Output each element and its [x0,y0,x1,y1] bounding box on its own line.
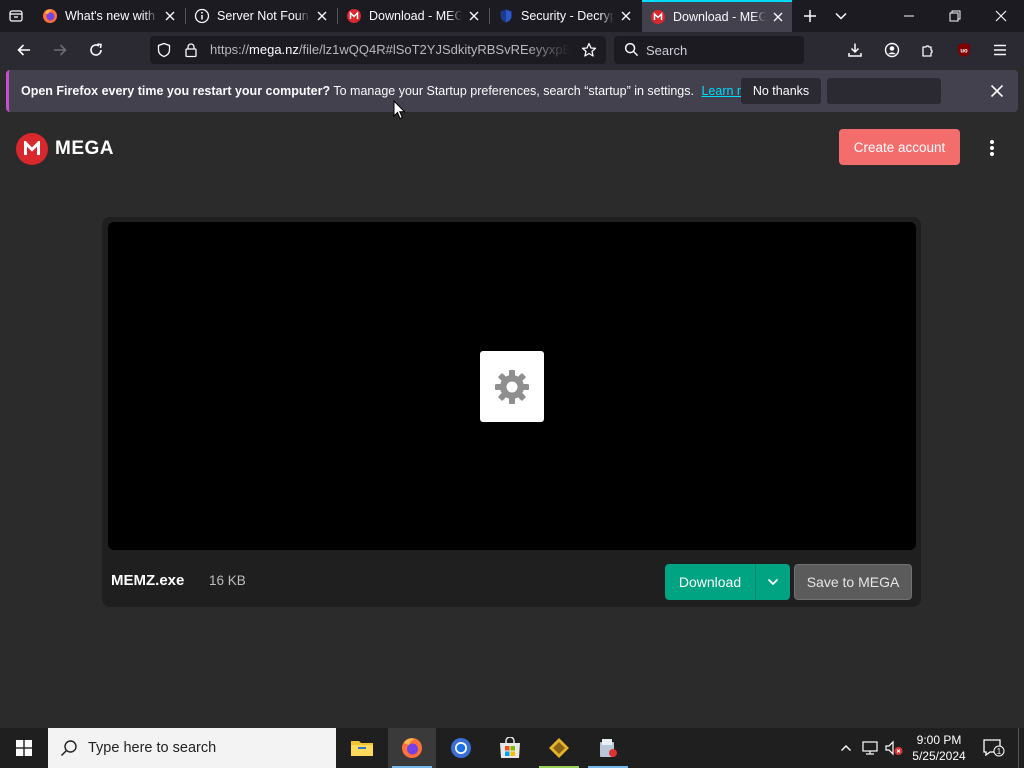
save-to-mega-button[interactable]: Save to MEGA [794,564,912,600]
search-icon [624,42,639,57]
navigation-toolbar: https://mega.nz/file/lz1wQQ4R#lSoT2YJSdk… [0,32,1024,68]
downloads-icon[interactable] [842,37,868,63]
windows-start-icon[interactable] [0,728,48,768]
windows-taskbar: Type here to search 9:00 PM 5/25/2024 1 [0,728,1024,768]
mega-icon [346,8,362,24]
close-icon[interactable] [466,8,482,24]
url-domain: mega.nz [249,42,299,57]
account-icon[interactable] [879,37,905,63]
mega-logo-text: MEGA [55,138,114,159]
chevron-up-icon[interactable] [836,738,856,758]
close-icon[interactable] [987,81,1007,101]
firefox-icon [42,8,58,24]
bookmark-star-icon[interactable] [581,42,597,58]
taskbar-search-placeholder: Type here to search [88,740,217,756]
svg-text:uo: uo [960,49,968,55]
close-icon[interactable] [618,8,634,24]
chevron-down-icon[interactable] [829,4,853,28]
file-preview [108,222,916,550]
url-prefix: https:// [210,42,250,57]
notification-secondary-button[interactable] [827,78,941,104]
tab-whats-new[interactable]: What's new with Firefox [34,0,184,32]
mega-logo-icon [16,133,48,165]
close-window-icon[interactable] [978,0,1024,32]
forward-arrow-icon[interactable] [47,37,73,63]
file-card: MEMZ.exe 16 KB Download Save to MEGA [102,217,921,607]
tracking-protection-shield-icon[interactable] [156,42,172,58]
mouse-cursor-icon [393,100,406,120]
ublock-origin-icon[interactable]: uo [951,37,977,63]
notification-bold-text: Open Firefox every time you restart your… [21,84,331,98]
notification-message: Open Firefox every time you restart your… [21,84,765,98]
microsoft-store-icon[interactable] [486,728,534,768]
tab-server-not-found[interactable]: Server Not Found [186,0,336,32]
tab-label: What's new with Firefox [65,9,158,23]
minimize-window-icon[interactable] [886,0,932,32]
url-bar[interactable]: https://mega.nz/file/lz1wQQ4R#lSoT2YJSdk… [150,36,606,64]
clock-time: 9:00 PM [916,733,962,747]
new-tab-icon[interactable] [798,4,822,28]
search-bar[interactable]: Search [614,36,804,64]
extensions-icon[interactable] [915,37,941,63]
search-placeholder: Search [646,43,688,58]
create-account-button[interactable]: Create account [839,129,960,165]
startup-notification-bar: Open Firefox every time you restart your… [6,70,1018,112]
file-explorer-icon[interactable] [338,728,386,768]
tab-label: Download - MEGA [369,9,462,23]
shield-icon [498,8,514,24]
volume-muted-icon[interactable] [884,738,904,758]
clock-date: 5/25/2024 [912,749,966,763]
reload-icon[interactable] [83,37,109,63]
mega-page: MEGA Create account MEMZ.exe 16 KB Downl… [0,116,1024,728]
tab-download-mega-active[interactable]: Download - MEGA [642,0,792,32]
back-arrow-icon[interactable] [11,37,37,63]
url-text[interactable]: https://mega.nz/file/lz1wQQ4R#lSoT2YJSdk… [210,42,570,57]
notification-text: To manage your Startup preferences, sear… [333,84,694,98]
file-name: MEMZ.exe [111,572,185,589]
download-options-chevron-icon[interactable] [756,564,790,600]
search-icon [60,739,78,757]
installer-app-icon[interactable] [584,728,632,768]
notification-center-icon[interactable]: 1 [982,738,1006,758]
chrome-icon[interactable] [437,728,485,768]
network-icon[interactable] [860,738,880,758]
close-icon[interactable] [162,8,178,24]
more-options-icon[interactable] [982,136,1002,160]
taskbar-search-box[interactable]: Type here to search [48,728,336,768]
close-icon[interactable] [770,9,786,25]
mega-logo[interactable]: MEGA [16,133,114,165]
tab-label: Server Not Found [217,9,310,23]
show-desktop-button[interactable] [1018,728,1024,768]
url-path: /file/lz1wQQ4R#lSoT2YJSdkityRBSvREeyyxpB… [298,42,570,57]
list-all-tabs-icon[interactable] [4,4,28,28]
tab-label: Download - MEGA [673,10,766,24]
mega-icon [650,9,666,25]
firefox-taskbar-icon[interactable] [388,728,436,768]
lock-icon[interactable] [183,42,199,58]
notification-count: 1 [997,747,1002,756]
no-thanks-button[interactable]: No thanks [741,78,821,104]
tab-label: Security - Decrypt [521,9,614,23]
info-icon [194,8,210,24]
executable-file-icon [480,351,544,422]
hamburger-menu-icon[interactable] [987,37,1013,63]
tab-download-mega[interactable]: Download - MEGA [338,0,488,32]
file-size: 16 KB [209,573,246,588]
close-icon[interactable] [314,8,330,24]
download-button[interactable]: Download [665,564,755,600]
restore-window-icon[interactable] [932,0,978,32]
system-clock[interactable]: 9:00 PM 5/25/2024 [906,732,972,764]
tab-security-decrypt[interactable]: Security - Decrypt [490,0,640,32]
winrar-app-icon[interactable] [535,728,583,768]
download-button-group: Download [665,564,790,600]
tab-strip: What's new with Firefox Server Not Found… [0,0,1024,32]
